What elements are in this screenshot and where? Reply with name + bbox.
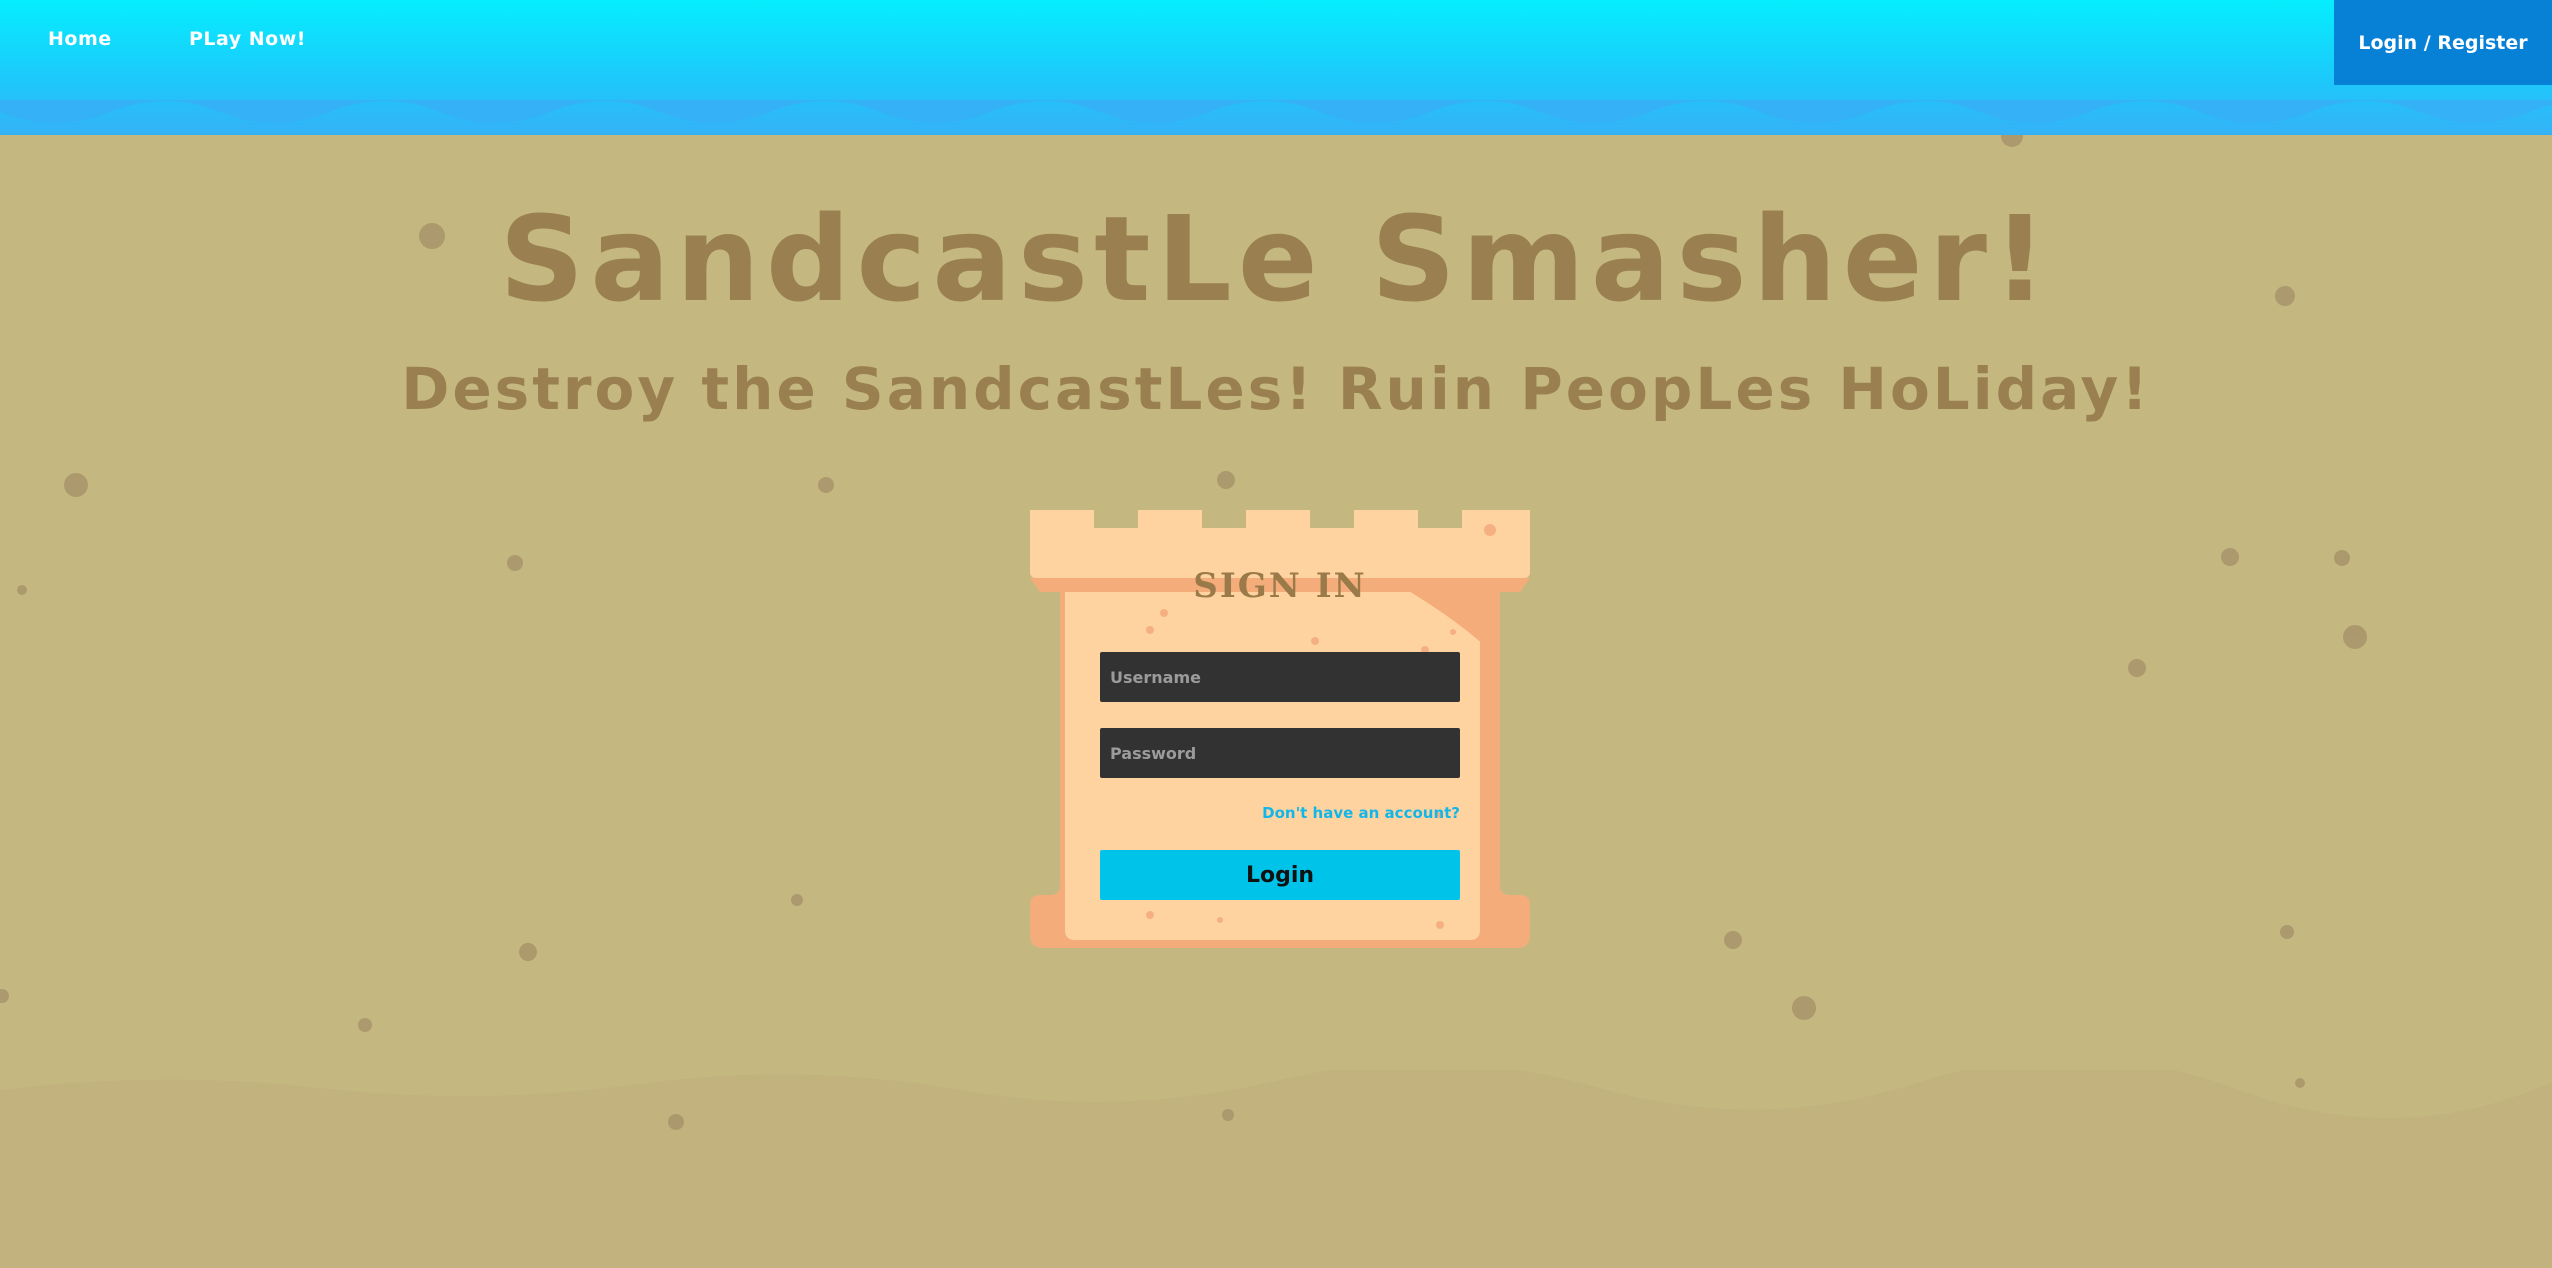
- nav-play-now-link[interactable]: PLay Now!: [189, 28, 306, 50]
- sea-wave-edge: [0, 100, 2552, 123]
- register-link[interactable]: Don't have an account?: [1262, 804, 1460, 822]
- page-title: SandcastLe Smasher!: [499, 190, 2053, 328]
- login-register-button[interactable]: Login / Register: [2334, 0, 2552, 85]
- page-subtitle: Destroy the SandcastLes! Ruin PeopLes Ho…: [401, 355, 2151, 423]
- password-input[interactable]: [1100, 728, 1460, 778]
- nav-home-link[interactable]: Home: [48, 28, 112, 50]
- login-submit-button[interactable]: Login: [1100, 850, 1460, 900]
- username-input[interactable]: [1100, 652, 1460, 702]
- sandcastle-login-card: SIGN IN Don't have an account? Login: [1030, 510, 1530, 948]
- sign-in-heading: SIGN IN: [1193, 566, 1367, 606]
